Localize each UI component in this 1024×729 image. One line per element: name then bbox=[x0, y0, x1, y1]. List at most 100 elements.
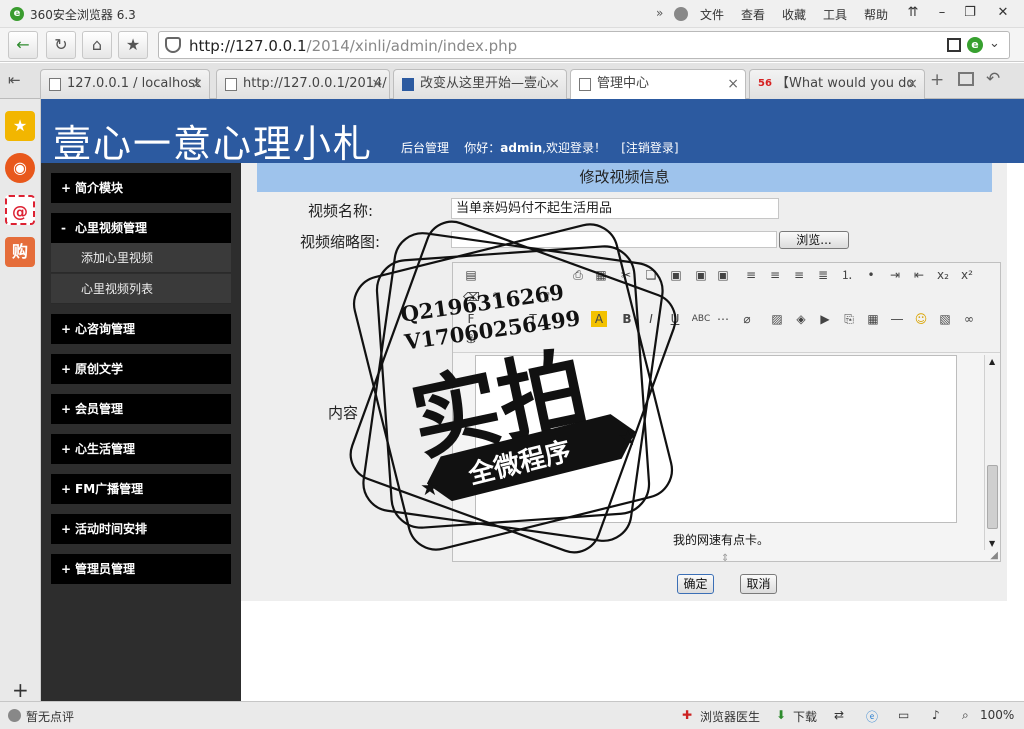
link-icon[interactable]: ∞ bbox=[961, 311, 977, 327]
video-name-input[interactable]: 当单亲妈妈付不起生活用品 bbox=[451, 198, 779, 219]
thumbnail-file-input[interactable] bbox=[451, 231, 777, 248]
status-doctor[interactable]: 浏览器医生 bbox=[700, 708, 760, 725]
sidebar-subitem-add-video[interactable]: 添加心里视频 bbox=[51, 243, 231, 273]
table-icon[interactable]: ▦ bbox=[865, 311, 881, 327]
align-center-icon[interactable]: ≡ bbox=[767, 267, 783, 283]
tab-close-icon[interactable]: × bbox=[548, 70, 560, 98]
mail-icon[interactable]: @ bbox=[5, 195, 35, 225]
zoom-icon[interactable]: ⌕ bbox=[962, 708, 969, 723]
anchor-icon[interactable]: ⚓ bbox=[463, 331, 479, 347]
shopping-icon[interactable]: 购 bbox=[5, 237, 35, 267]
menu-file[interactable]: 文件 bbox=[700, 6, 724, 23]
sidebar-item-admins[interactable]: + 管理员管理 bbox=[51, 554, 231, 584]
screen-icon[interactable]: ▭ bbox=[898, 708, 909, 722]
editor-scrollbar[interactable]: ▲ ▼ bbox=[984, 355, 1000, 550]
underline-icon[interactable]: U bbox=[667, 311, 683, 327]
editor-content-area[interactable] bbox=[475, 355, 957, 523]
preview-icon[interactable]: ▦ bbox=[593, 267, 609, 283]
sidebar-toggle-icon[interactable]: ⇤ bbox=[8, 71, 21, 89]
sidebar-item-video[interactable]: - 心里视频管理 bbox=[51, 213, 231, 243]
sidebar-item-fm[interactable]: + FM广播管理 bbox=[51, 474, 231, 504]
address-bar[interactable]: http://127.0.0.1/2014/xinli/admin/index.… bbox=[158, 31, 1010, 59]
strikethrough-icon[interactable]: ABC bbox=[691, 311, 711, 327]
chevron-down-icon[interactable]: ⌄ bbox=[989, 36, 1000, 51]
source-icon[interactable]: ▤ bbox=[463, 267, 479, 283]
favorites-star-icon[interactable]: ★ bbox=[5, 111, 35, 141]
copy-icon[interactable]: ❏ bbox=[643, 267, 659, 283]
cut-icon[interactable]: ✂ bbox=[618, 267, 634, 283]
status-download[interactable]: 下载 bbox=[793, 708, 817, 725]
new-tab-icon[interactable]: + bbox=[930, 70, 944, 90]
media-icon[interactable]: ▶ bbox=[817, 311, 833, 327]
minimize-button[interactable]: – bbox=[929, 2, 955, 24]
line-height-icon[interactable]: ⋯ bbox=[715, 311, 731, 327]
sidebar-item-members[interactable]: + 会员管理 bbox=[51, 394, 231, 424]
user-avatar-icon[interactable] bbox=[674, 7, 688, 21]
tab-weibo[interactable]: 56 【What would you do × bbox=[749, 69, 925, 99]
resize-handle-icon[interactable]: ⇕ bbox=[721, 553, 729, 564]
undo-close-icon[interactable]: ↶ bbox=[986, 69, 1000, 89]
emoticon-icon[interactable]: ☺ bbox=[913, 311, 929, 327]
paste-icon[interactable]: ▣ bbox=[668, 267, 684, 283]
select-all-icon[interactable]: ✎ bbox=[489, 289, 505, 305]
print-icon[interactable]: ⎙ bbox=[570, 267, 586, 283]
qr-code-icon[interactable] bbox=[947, 38, 961, 52]
restore-button[interactable]: ❐ bbox=[957, 2, 983, 24]
weibo-side-icon[interactable]: ◉ bbox=[5, 153, 35, 183]
browser-mode-icon[interactable]: e bbox=[967, 37, 983, 53]
ordered-list-icon[interactable]: ⒈ bbox=[839, 267, 855, 283]
flash-icon[interactable]: ◈ bbox=[793, 311, 809, 327]
scroll-down-icon[interactable]: ▼ bbox=[989, 539, 995, 548]
close-window-button[interactable]: ✕ bbox=[990, 2, 1016, 24]
hr-icon[interactable]: ― bbox=[889, 311, 905, 327]
cancel-button[interactable]: 取消 bbox=[740, 574, 777, 594]
eraser-icon[interactable]: ⌀ bbox=[739, 311, 755, 327]
menu-favorites[interactable]: 收藏 bbox=[782, 6, 806, 23]
align-justify-icon[interactable]: ≣ bbox=[815, 267, 831, 283]
sidebar-item-schedule[interactable]: + 活动时间安排 bbox=[51, 514, 231, 544]
align-right-icon[interactable]: ≡ bbox=[791, 267, 807, 283]
tab-close-icon[interactable]: × bbox=[371, 70, 383, 98]
favorite-button[interactable]: ★ bbox=[118, 31, 148, 59]
corner-resize-icon[interactable]: ◢ bbox=[990, 550, 998, 561]
confirm-button[interactable]: 确定 bbox=[677, 574, 714, 594]
paste-word-icon[interactable]: ▣ bbox=[715, 267, 731, 283]
image-gallery-icon[interactable]: ▧ bbox=[937, 311, 953, 327]
sidebar-item-literature[interactable]: + 原创文学 bbox=[51, 354, 231, 384]
home-button[interactable]: ⌂ bbox=[82, 31, 112, 59]
p2p-icon[interactable]: ⇄ bbox=[834, 708, 844, 722]
unordered-list-icon[interactable]: • bbox=[863, 267, 879, 283]
status-comment[interactable]: 暂无点评 bbox=[26, 708, 74, 725]
volume-icon[interactable]: ♪ bbox=[932, 708, 940, 722]
sidebar-item-intro[interactable]: + 简介模块 bbox=[51, 173, 231, 203]
tab-close-icon[interactable]: × bbox=[727, 70, 739, 98]
italic-icon[interactable]: I bbox=[643, 311, 659, 327]
add-side-icon[interactable]: + bbox=[12, 678, 29, 702]
menu-view[interactable]: 查看 bbox=[741, 6, 765, 23]
paste-text-icon[interactable]: ▣ bbox=[693, 267, 709, 283]
browse-button[interactable]: 浏览... bbox=[779, 231, 849, 249]
attachment-icon[interactable]: ⎘ bbox=[841, 311, 857, 327]
tab-2014[interactable]: http://127.0.0.1/2014/ × bbox=[216, 69, 390, 99]
pin-icon[interactable]: ⇈ bbox=[900, 2, 926, 24]
tab-close-icon[interactable]: × bbox=[906, 70, 918, 98]
logout-link[interactable]: [注销登录] bbox=[621, 141, 678, 155]
refresh-button[interactable]: ↻ bbox=[46, 31, 76, 59]
highlight-icon[interactable]: A bbox=[591, 311, 607, 327]
scroll-up-icon[interactable]: ▲ bbox=[989, 357, 995, 366]
tab-close-icon[interactable]: × bbox=[191, 70, 203, 98]
image-icon[interactable]: ▨ bbox=[769, 311, 785, 327]
indent-icon[interactable]: ⇥ bbox=[887, 267, 903, 283]
menu-help[interactable]: 帮助 bbox=[864, 6, 888, 23]
font-family-icon[interactable]: F bbox=[463, 311, 479, 327]
align-left-icon[interactable]: ≡ bbox=[743, 267, 759, 283]
superscript-icon[interactable]: x² bbox=[959, 267, 975, 283]
sidebar-item-life[interactable]: + 心生活管理 bbox=[51, 434, 231, 464]
tab-localhost[interactable]: 127.0.0.1 / localhost × bbox=[40, 69, 210, 99]
menu-tools[interactable]: 工具 bbox=[823, 6, 847, 23]
backend-link[interactable]: 后台管理 bbox=[401, 141, 449, 155]
ie-icon[interactable]: ⓔ bbox=[866, 708, 878, 725]
tab-admin-center[interactable]: 管理中心 × bbox=[570, 69, 746, 100]
overflow-chevron-icon[interactable]: » bbox=[656, 6, 663, 20]
sidebar-item-consult[interactable]: + 心咨询管理 bbox=[51, 314, 231, 344]
